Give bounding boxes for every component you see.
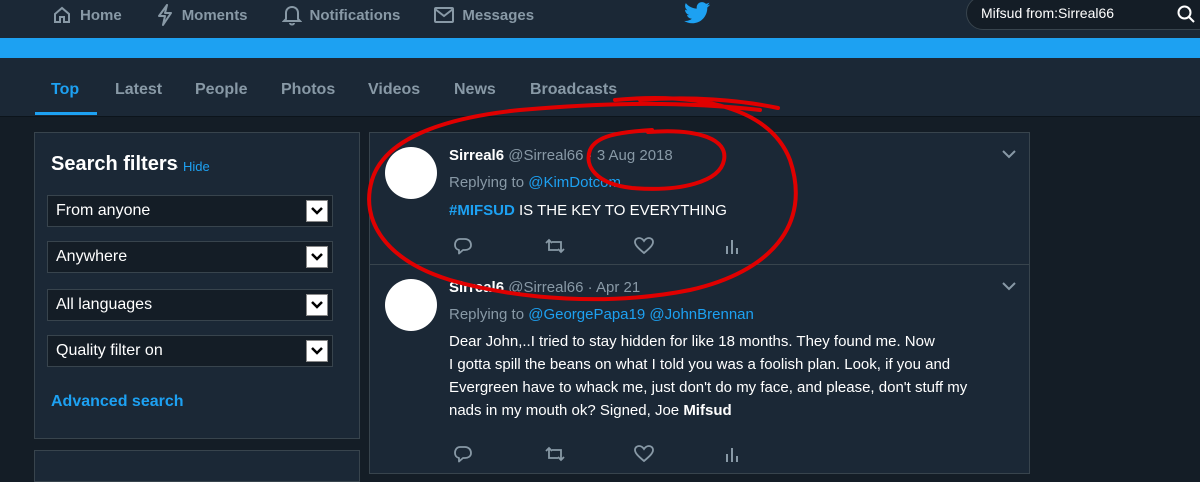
retweet-button[interactable] — [544, 235, 634, 257]
mention-link[interactable]: @JohnBrennan — [649, 306, 753, 323]
search-icon[interactable] — [1177, 5, 1195, 23]
nav-home[interactable]: Home — [52, 5, 122, 25]
location-select[interactable]: Anywhere — [47, 241, 333, 273]
search-query: Mifsud from:Sirreal66 — [981, 5, 1115, 21]
reply-button[interactable] — [454, 235, 544, 257]
tweet-header: Sirreal6 @Sirreal66 · 3 Aug 2018 — [449, 147, 673, 164]
tab-broadcasts[interactable]: Broadcasts — [530, 81, 617, 99]
reply-button[interactable] — [454, 443, 544, 465]
lightning-icon — [157, 4, 172, 26]
chevron-down-icon — [306, 294, 328, 316]
nav-home-label: Home — [80, 6, 122, 24]
tab-news[interactable]: News — [454, 81, 496, 99]
tab-people[interactable]: People — [195, 81, 247, 99]
avatar[interactable] — [385, 279, 437, 331]
chevron-down-icon — [306, 246, 328, 268]
retweet-button[interactable] — [544, 443, 634, 465]
tweet-text-body: IS THE KEY TO EVERYTHING — [519, 202, 727, 219]
hashtag-link[interactable]: #MIFSUD — [449, 202, 515, 219]
tweet-date[interactable]: 3 Aug 2018 — [597, 147, 673, 164]
search-tabs: Top Latest People Photos Videos News Bro… — [0, 58, 1200, 117]
quality-select[interactable]: Quality filter on — [47, 335, 333, 367]
retweet-icon — [545, 446, 565, 462]
tweet[interactable]: Sirreal6 @Sirreal66 · 3 Aug 2018 Replyin… — [370, 133, 1029, 265]
like-button[interactable] — [634, 443, 724, 465]
nav-messages[interactable]: Messages — [434, 6, 534, 24]
home-icon — [54, 6, 70, 23]
tab-photos[interactable]: Photos — [281, 81, 335, 99]
top-nav-bar: Home Moments Notifications Messages Mifs… — [0, 0, 1200, 38]
tab-latest[interactable]: Latest — [115, 81, 162, 99]
retweet-icon — [545, 238, 565, 254]
nav-moments-label: Moments — [181, 6, 248, 24]
twitter-bird-icon[interactable] — [684, 2, 710, 24]
like-button[interactable] — [634, 235, 724, 257]
profile-banner — [0, 38, 1200, 58]
handle[interactable]: @Sirreal66 — [508, 279, 583, 296]
tab-top[interactable]: Top — [51, 81, 79, 99]
display-name[interactable]: Sirreal6 — [449, 279, 504, 296]
separator-dot: · — [587, 279, 593, 296]
active-tab-indicator — [35, 112, 97, 115]
tweet-header: Sirreal6 @Sirreal66 · Apr 21 — [449, 279, 640, 296]
location-select-value: Anywhere — [56, 248, 128, 265]
analytics-icon — [726, 448, 738, 462]
tweet-text-line: Evergreen have to whack me, just don't d… — [449, 379, 968, 396]
analytics-button[interactable] — [724, 235, 814, 257]
mention-link[interactable]: @KimDotcom — [528, 174, 621, 191]
chevron-down-icon[interactable] — [1001, 281, 1017, 291]
nav-notifications-label: Notifications — [309, 6, 401, 24]
nav-messages-label: Messages — [462, 6, 535, 24]
chevron-down-icon — [306, 340, 328, 362]
from-select[interactable]: From anyone — [47, 195, 333, 227]
secondary-panel — [34, 450, 360, 482]
search-results-timeline: Sirreal6 @Sirreal66 · 3 Aug 2018 Replyin… — [369, 132, 1030, 474]
from-select-value: From anyone — [56, 202, 151, 219]
separator-dot: · — [175, 159, 180, 174]
advanced-search-link[interactable]: Advanced search — [51, 393, 184, 411]
tweet-text-line: Dear John,..I tried to stay hidden for l… — [449, 333, 935, 350]
avatar[interactable] — [385, 147, 437, 199]
search-filters-panel: Search filters · Hide From anyone Anywhe… — [34, 132, 360, 439]
analytics-button[interactable] — [724, 443, 814, 465]
nav-notifications[interactable]: Notifications — [281, 4, 401, 26]
tweet-date[interactable]: Apr 21 — [596, 279, 640, 296]
tweet-text-line: I gotta spill the beans on what I told y… — [449, 356, 951, 373]
tweet-text: Dear John,..I tried to stay hidden for l… — [449, 330, 1009, 422]
chevron-down-icon — [306, 200, 328, 222]
nav-moments[interactable]: Moments — [156, 4, 248, 26]
tweet-text-line: nads in my mouth ok? Signed, Joe Mifsud — [449, 399, 1009, 422]
signature-bold: Mifsud — [683, 402, 732, 419]
mention-link[interactable]: @GeorgePapa19 — [528, 306, 645, 323]
hide-filters-link[interactable]: · Hide — [175, 159, 210, 174]
language-select-value: All languages — [56, 296, 153, 313]
reply-icon — [454, 446, 472, 463]
replying-label: Replying to — [449, 306, 525, 323]
tweet-actions — [454, 443, 814, 465]
language-select[interactable]: All languages — [47, 289, 333, 321]
heart-icon — [634, 237, 654, 255]
chevron-down-icon[interactable] — [1001, 149, 1017, 159]
replying-label: Replying to — [449, 174, 525, 191]
tweet-actions — [454, 235, 814, 257]
search-input[interactable]: Mifsud from:Sirreal66 — [966, 0, 1200, 30]
main-nav: Home Moments Notifications Messages — [0, 0, 568, 30]
tweet-text: #MIFSUD IS THE KEY TO EVERYTHING — [449, 199, 1009, 222]
reply-icon — [454, 238, 472, 255]
heart-icon — [634, 445, 654, 463]
display-name[interactable]: Sirreal6 — [449, 147, 504, 164]
tweet-text-line-body: nads in my mouth ok? Signed, Joe — [449, 402, 684, 419]
replying-to: Replying to @GeorgePapa19 @JohnBrennan — [449, 306, 754, 323]
replying-to: Replying to @KimDotcom — [449, 174, 621, 191]
quality-select-value: Quality filter on — [56, 342, 163, 359]
hide-label: Hide — [182, 159, 210, 174]
tweet[interactable]: Sirreal6 @Sirreal66 · Apr 21 Replying to… — [370, 265, 1029, 473]
separator-dot: · — [587, 147, 593, 164]
tab-videos[interactable]: Videos — [368, 81, 420, 99]
search-filters-title: Search filters — [51, 153, 178, 175]
handle[interactable]: @Sirreal66 — [508, 147, 583, 164]
bell-icon — [281, 5, 302, 26]
analytics-icon — [726, 240, 738, 254]
envelope-icon — [434, 7, 455, 23]
